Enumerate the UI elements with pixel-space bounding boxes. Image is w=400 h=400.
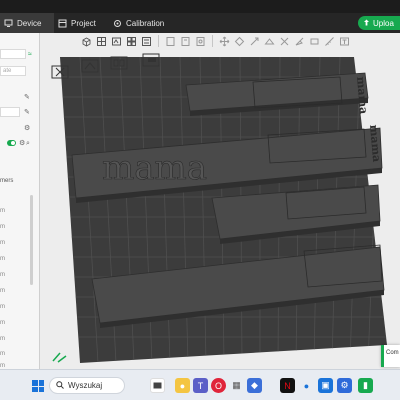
settings-icon[interactable]: ⚙ [337,378,352,393]
axis-indicator [52,351,68,365]
unit-label: m [0,304,5,310]
upload-button[interactable]: Uploa [358,16,400,30]
app-icon[interactable]: ◆ [247,378,262,393]
edge-icon[interactable]: ● [299,378,314,393]
taskview-icon[interactable] [150,378,165,393]
3d-viewport[interactable]: mama mama mama [40,33,400,369]
upload-label: Uploa [373,18,394,28]
tab-calibration[interactable]: Calibration [113,13,164,33]
store-icon[interactable]: ▦ [229,378,244,393]
start-button[interactable] [32,380,44,392]
tab-device-label: Device [17,18,42,28]
unit-label: m [0,256,5,262]
unit-label: m [0,336,5,342]
left-sidebar: ≈ ate ✎ ✎ ⚙ ⚙ ⌕ mers m m m m m m m m m m… [0,33,40,369]
netflix-icon[interactable]: N [280,378,295,393]
tab-project[interactable]: Project [58,13,96,33]
orient-plate-icon[interactable] [80,58,100,74]
unit-label: m [0,208,5,214]
toast-text: Com [386,350,399,356]
search-placeholder: Wyszukaj [68,381,103,390]
tab-project-label: Project [71,18,96,28]
unit-label: m [0,272,5,278]
embossed-text: mama [102,148,207,188]
unit-label: m [0,288,5,294]
advanced-toggle[interactable] [7,140,16,146]
taskbar-search[interactable]: Wyszukaj [49,377,125,394]
unit-label: m [0,240,5,246]
bambu-studio-icon[interactable]: ▮ [358,378,373,393]
search-icon [56,380,64,391]
calibration-icon [113,19,122,28]
unit-label: m [0,351,5,357]
windows-taskbar: Wyszukaj ● T O ▦ ◆ N ● ▣ ⚙ ▮ [0,369,400,400]
tab-calibration-label: Calibration [126,18,165,28]
compare-icon[interactable]: ⚙ [19,140,26,147]
opera-icon[interactable]: O [211,378,226,393]
settings-icon[interactable]: ⚙ [24,125,31,132]
wifi-icon: ≈ [28,51,32,58]
build-plate-scene: mama mama mama [60,57,387,363]
unit-label: m [0,320,5,326]
notification-toast[interactable]: Com [381,345,400,367]
device-icon [4,19,13,28]
project-icon [58,19,67,28]
plate-type-field[interactable]: ate [0,66,26,76]
lock-plate-icon[interactable] [141,52,161,68]
delete-plate-icon[interactable] [50,64,70,80]
arrange-plate-icon[interactable] [109,55,129,71]
unit-label: m [0,224,5,230]
chrome-icon[interactable]: ● [175,378,190,393]
filament-field[interactable] [0,107,20,117]
photos-icon[interactable]: ▣ [318,378,333,393]
printer-select[interactable] [0,49,26,59]
tab-device[interactable]: Device [0,13,54,33]
teams-icon[interactable]: T [193,378,208,393]
window-top-strip [0,0,400,13]
plate-type-text: ate [3,68,12,74]
main-menubar: Device Project Calibration Uploa [0,13,400,33]
search-icon[interactable]: ⌕ [26,140,33,147]
section-label: mers [0,178,14,184]
edit-icon-2[interactable]: ✎ [24,109,31,116]
edit-icon[interactable]: ✎ [24,94,31,101]
sidebar-scrollbar[interactable] [30,195,33,285]
upload-icon [363,19,370,28]
